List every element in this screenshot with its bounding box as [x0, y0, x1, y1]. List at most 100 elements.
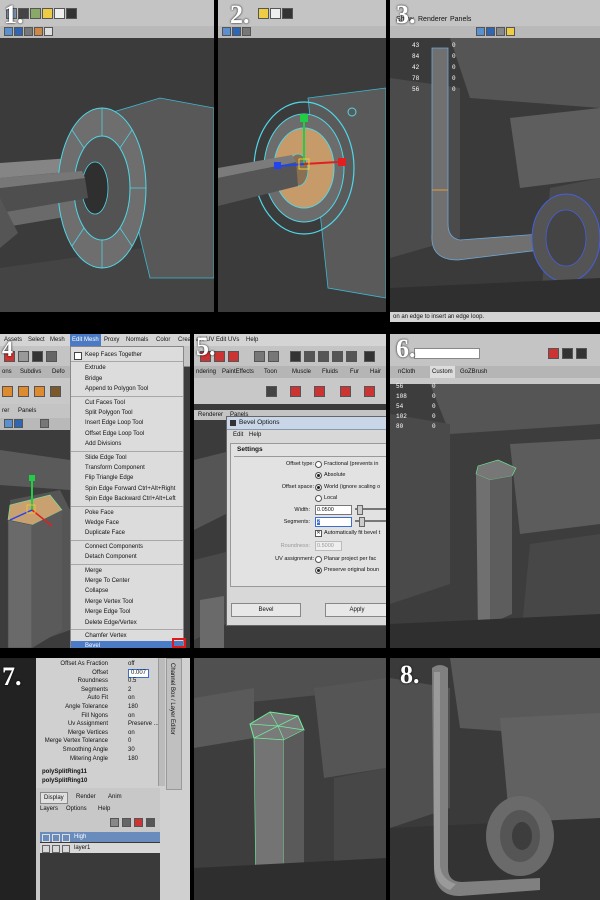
shelf-icon[interactable]	[304, 351, 315, 362]
menu-item[interactable]: Wedge Face	[71, 518, 183, 529]
light-icon[interactable]	[44, 27, 53, 36]
shelf-icon[interactable]	[46, 351, 57, 362]
history-node[interactable]: polySplitRing10	[42, 777, 162, 786]
tab-rendering[interactable]: ndering	[196, 366, 216, 378]
menu-item[interactable]: Spin Edge Backward Ctrl+Alt+Left	[71, 494, 183, 505]
menu-item[interactable]: Merge	[71, 566, 183, 577]
menu-item[interactable]: Delete Edge/Vertex	[71, 618, 183, 629]
shelf-icon[interactable]	[340, 386, 351, 397]
shelf-icon[interactable]	[364, 351, 375, 362]
tab-ons[interactable]: ons	[2, 366, 12, 378]
menu-item[interactable]: Flip Triangle Edge	[71, 473, 183, 484]
tab-defo[interactable]: Defo	[52, 366, 65, 378]
keep-faces-checkbox[interactable]	[74, 352, 82, 360]
shelf-icon[interactable]	[54, 8, 65, 19]
menu-item[interactable]: Collapse	[71, 586, 183, 597]
uv-planar-radio[interactable]	[315, 556, 322, 563]
shelf-icon[interactable]	[562, 348, 573, 359]
tab-custom[interactable]: Custom	[430, 366, 455, 378]
camera-icon[interactable]	[4, 419, 13, 428]
tab-toon[interactable]: Toon	[264, 366, 277, 378]
tab-gozbrush[interactable]: GoZBrush	[460, 366, 487, 378]
tab-muscle[interactable]: Muscle	[292, 366, 311, 378]
template-toggle[interactable]	[52, 834, 60, 842]
menu-item[interactable]: Poke Face	[71, 508, 183, 519]
menu-item[interactable]: Slide Edge Tool	[71, 453, 183, 464]
offset-space-local-radio[interactable]	[315, 495, 322, 502]
layer-row-high[interactable]: High	[40, 832, 160, 842]
wireframe-icon[interactable]	[24, 27, 33, 36]
menu-item[interactable]: Detach Component	[71, 552, 183, 563]
shelf-icon[interactable]	[18, 351, 29, 362]
viewport[interactable]	[390, 38, 600, 312]
tab-fluids[interactable]: Fluids	[322, 366, 338, 378]
menu-proxy[interactable]: Proxy	[104, 334, 119, 346]
attr-scrollbar[interactable]	[158, 658, 165, 786]
menu-item[interactable]: Split Polygon Tool	[71, 408, 183, 419]
auto-fit-checkbox[interactable]: ✕	[315, 530, 322, 537]
shelf-icon[interactable]	[548, 348, 559, 359]
menu-select[interactable]: Select	[28, 334, 45, 346]
menu-item[interactable]: Add Divisions	[71, 439, 183, 450]
side-tab[interactable]: Channel Box / Layer Editor	[166, 658, 182, 790]
menu-item[interactable]: Connect Components	[71, 542, 183, 553]
camera-icon[interactable]	[476, 27, 485, 36]
tab-painteffects[interactable]: PaintEffects	[222, 366, 254, 378]
tab-display[interactable]: Display	[40, 792, 68, 804]
shelf-icon[interactable]	[346, 351, 357, 362]
tab-ncloth[interactable]: nCloth	[398, 366, 415, 378]
offset-type-absolute-radio[interactable]	[315, 472, 322, 479]
shelf-icon[interactable]	[34, 386, 45, 397]
layer-row-layer1[interactable]: layer1	[40, 843, 160, 853]
grid-icon[interactable]	[486, 27, 495, 36]
shelf-icon[interactable]	[314, 386, 325, 397]
viewport[interactable]	[194, 658, 386, 900]
menu-item[interactable]: Spin Edge Forward Ctrl+Alt+Right	[71, 484, 183, 495]
shelf-icon[interactable]	[576, 348, 587, 359]
viewport[interactable]	[390, 658, 600, 900]
tab-fur[interactable]: Fur	[350, 366, 359, 378]
shelf-icon[interactable]	[50, 386, 61, 397]
menu-renderer[interactable]: Renderer	[418, 16, 447, 23]
menu-help[interactable]: Help	[246, 334, 258, 346]
shelf-icon[interactable]	[18, 386, 29, 397]
shelf-icon[interactable]	[270, 8, 281, 19]
uv-preserve-radio[interactable]	[315, 567, 322, 574]
menu-color[interactable]: Color	[156, 334, 170, 346]
menu-item[interactable]: Cut Faces Tool	[71, 398, 183, 409]
light-icon[interactable]	[506, 27, 515, 36]
layer-icon[interactable]	[110, 818, 119, 827]
menu-options[interactable]: Options	[66, 804, 87, 814]
menu-item[interactable]: Append to Polygon Tool	[71, 384, 183, 395]
wireframe-icon[interactable]	[496, 27, 505, 36]
layer-icon[interactable]	[146, 818, 155, 827]
wireframe-icon[interactable]	[40, 419, 49, 428]
menu-edit-uvs[interactable]: Edit UVs	[216, 334, 239, 346]
shelf-icon[interactable]	[30, 8, 41, 19]
tab-hair[interactable]: Hair	[370, 366, 381, 378]
visibility-toggle[interactable]	[42, 845, 50, 853]
shelf-icon[interactable]	[318, 351, 329, 362]
menu-create[interactable]: Create	[178, 334, 190, 346]
menu-item[interactable]: Bevel	[71, 641, 183, 648]
menu-item[interactable]: Insert Edge Loop Tool	[71, 418, 183, 429]
width-field[interactable]: 0.0500	[315, 505, 352, 515]
menu-panels[interactable]: Panels	[450, 16, 471, 23]
viewport[interactable]	[218, 38, 386, 312]
layer-icon[interactable]	[134, 818, 143, 827]
menu-item[interactable]: Duplicate Face	[71, 528, 183, 539]
shelf-icon[interactable]	[282, 8, 293, 19]
shelf-icon[interactable]	[32, 351, 43, 362]
menu-item[interactable]: Bridge	[71, 374, 183, 385]
color-swatch[interactable]	[62, 845, 70, 853]
shelf-icon[interactable]	[332, 351, 343, 362]
layer-icon[interactable]	[122, 818, 131, 827]
shelf-icon[interactable]	[290, 351, 301, 362]
tab-render[interactable]: Render	[76, 792, 96, 802]
attribute-value[interactable]: 180	[128, 755, 138, 764]
menu-item[interactable]: Transform Component	[71, 463, 183, 474]
menu-edit[interactable]: Edit	[233, 430, 243, 440]
menu-renderer[interactable]: rer	[2, 404, 9, 418]
menu-help[interactable]: Help	[249, 430, 261, 440]
menu-item[interactable]: Keep Faces Together	[71, 350, 183, 361]
